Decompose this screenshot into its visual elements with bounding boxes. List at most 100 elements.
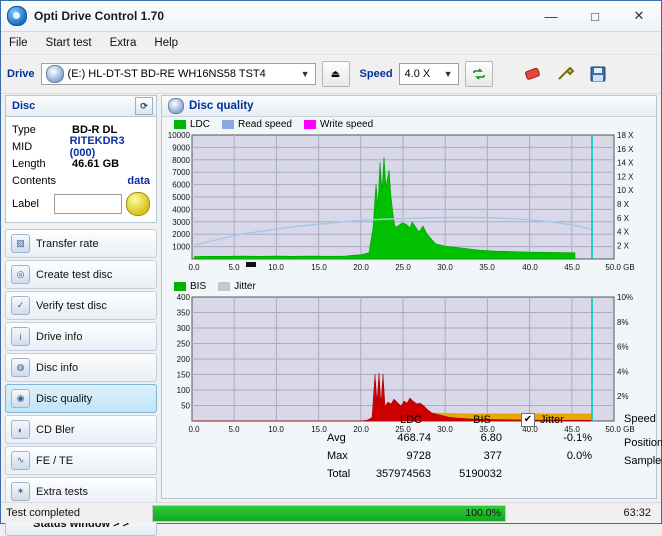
disc-icon: ◎ xyxy=(11,265,30,284)
progress-fill xyxy=(153,505,505,521)
sidebar-item-label: Verify test disc xyxy=(36,299,107,312)
menu-item-help[interactable]: Help xyxy=(154,37,178,49)
svg-text:350: 350 xyxy=(177,309,191,318)
sidebar-item-label: Transfer rate xyxy=(36,237,99,250)
maximize-button[interactable]: □ xyxy=(573,2,617,31)
svg-text:9000: 9000 xyxy=(172,143,190,152)
chevron-down-icon: ▼ xyxy=(300,69,310,79)
svg-text:0.0: 0.0 xyxy=(188,263,200,272)
svg-text:5.0: 5.0 xyxy=(228,263,240,272)
disc-row-length-key: Length xyxy=(12,157,46,170)
legend-label-jitter: Jitter xyxy=(234,280,256,292)
svg-text:1000: 1000 xyxy=(172,243,190,252)
speed-select[interactable]: 4.0 X ▼ xyxy=(398,63,459,85)
sidebar-item-transfer-rate[interactable]: ▨ Transfer rate xyxy=(5,229,157,258)
legend-swatch-jitter xyxy=(218,281,231,291)
svg-text:4 X: 4 X xyxy=(617,228,630,237)
legend-bottom: BIS Jitter xyxy=(162,279,656,293)
svg-text:40.0: 40.0 xyxy=(522,263,538,272)
drive-toolbar: Drive (E:) HL-DT-ST BD-RE WH16NS58 TST4 … xyxy=(1,55,661,94)
ldc-chart: 10000 9000 8000 7000 6000 5000 4000 3000… xyxy=(162,131,656,279)
save-icon xyxy=(590,66,606,82)
sidebar-item-create-test-disc[interactable]: ◎ Create test disc xyxy=(5,260,157,289)
check-icon: ✓ xyxy=(11,296,30,315)
disc-label-key: Label xyxy=(12,198,39,210)
refresh-icon xyxy=(472,68,485,80)
minimize-button[interactable]: — xyxy=(529,2,573,31)
disc-icon xyxy=(45,65,64,83)
sidebar-item-disc-info[interactable]: ◍ Disc info xyxy=(5,353,157,382)
jitter-checkbox[interactable]: ✔ Jitter xyxy=(521,413,564,427)
window-controls: — □ ✕ xyxy=(529,2,661,31)
sidebar-item-drive-info[interactable]: i Drive info xyxy=(5,322,157,351)
disc-row-mid: MID RITEKDR3 (000) xyxy=(12,135,150,159)
disc-label-apply-button[interactable] xyxy=(126,192,150,216)
svg-text:8 X: 8 X xyxy=(617,200,630,209)
svg-text:5000: 5000 xyxy=(172,193,190,202)
title-bar: Opti Drive Control 1.70 — □ ✕ xyxy=(1,1,661,32)
menu-item-start-test[interactable]: Start test xyxy=(46,37,92,49)
disc-row-type-key: Type xyxy=(12,123,36,136)
svg-text:35.0: 35.0 xyxy=(479,263,495,272)
drive-select-value: (E:) HL-DT-ST BD-RE WH16NS58 TST4 xyxy=(67,68,266,80)
sidebar-item-cd-bler[interactable]: ◐ CD Bler xyxy=(5,415,157,444)
disc-panel-title: Disc xyxy=(12,100,36,112)
sidebar-item-label: Extra tests xyxy=(36,485,88,498)
menu-item-extra[interactable]: Extra xyxy=(110,37,137,49)
svg-text:2 X: 2 X xyxy=(617,241,630,250)
svg-text:10%: 10% xyxy=(617,293,633,302)
legend-top: LDC Read speed Write speed xyxy=(162,117,656,131)
sidebar-item-label: Disc quality xyxy=(36,392,93,405)
sidebar-item-fe-te[interactable]: ∿ FE / TE xyxy=(5,446,157,475)
close-button[interactable]: ✕ xyxy=(617,2,661,31)
refresh-button[interactable] xyxy=(464,61,493,87)
legend-label-read-speed: Read speed xyxy=(238,118,292,130)
stats-area: LDC BIS Avg 468.74 6.80 Max 9728 377 Tot… xyxy=(162,410,662,498)
svg-text:10.0: 10.0 xyxy=(268,263,284,272)
disc-info-icon: ◍ xyxy=(11,358,30,377)
tools-icon xyxy=(557,66,574,80)
legend-swatch-bis xyxy=(174,281,186,291)
jitter-value-1: -0.1% xyxy=(563,432,592,444)
svg-text:10 X: 10 X xyxy=(617,186,634,195)
app-logo-icon xyxy=(7,6,27,26)
nav-list: ▨ Transfer rate ◎ Create test disc ✓ Ver… xyxy=(5,229,157,506)
position-stat-label: Position xyxy=(624,437,662,449)
menu-bar: File Start test Extra Help xyxy=(1,32,661,55)
disc-quality-title: Disc quality xyxy=(189,100,254,112)
speed-label: Speed xyxy=(359,68,393,80)
disc-quality-icon xyxy=(168,98,184,114)
svg-text:6000: 6000 xyxy=(172,181,190,190)
disc-row-mid-value: RITEKDR3 (000) xyxy=(69,134,125,159)
svg-text:2000: 2000 xyxy=(172,230,190,239)
svg-text:50.0 GB: 50.0 GB xyxy=(605,263,634,272)
menu-item-file[interactable]: File xyxy=(9,37,28,49)
disc-quality-header: Disc quality xyxy=(162,96,656,117)
erase-button[interactable] xyxy=(521,62,547,86)
stats-row-avg-ldc: 468.74 xyxy=(397,432,431,444)
disc-info-panel: Type BD-R DL MID RITEKDR3 (000) Length 4… xyxy=(5,117,157,223)
legend-swatch-read-speed xyxy=(222,119,235,129)
sidebar-item-disc-quality[interactable]: ◉ Disc quality xyxy=(5,384,157,413)
save-button[interactable] xyxy=(585,62,611,86)
disc-label-row: Label xyxy=(12,192,150,216)
disc-refresh-button[interactable]: ⟳ xyxy=(135,97,153,115)
sidebar-item-verify-test-disc[interactable]: ✓ Verify test disc xyxy=(5,291,157,320)
legend-label-bis: BIS xyxy=(190,280,207,292)
svg-text:2%: 2% xyxy=(617,392,629,401)
eject-button[interactable]: ⏏ xyxy=(321,61,350,87)
svg-text:45.0: 45.0 xyxy=(564,263,580,272)
svg-text:400: 400 xyxy=(177,293,191,302)
svg-text:300: 300 xyxy=(177,324,191,333)
disc-label-input[interactable] xyxy=(54,194,122,214)
stats-row-max-bis: 377 xyxy=(483,450,502,462)
svg-text:6 X: 6 X xyxy=(617,214,630,223)
app-window: Opti Drive Control 1.70 — □ ✕ File Start… xyxy=(0,0,662,536)
window-title: Opti Drive Control 1.70 xyxy=(34,9,165,23)
disc-row-contents-value: data xyxy=(127,174,150,187)
svg-text:4%: 4% xyxy=(617,367,629,376)
tools-button[interactable] xyxy=(553,62,579,86)
sidebar-item-label: CD Bler xyxy=(36,423,75,436)
svg-text:12 X: 12 X xyxy=(617,172,634,181)
drive-select[interactable]: (E:) HL-DT-ST BD-RE WH16NS58 TST4 ▼ xyxy=(40,63,316,85)
